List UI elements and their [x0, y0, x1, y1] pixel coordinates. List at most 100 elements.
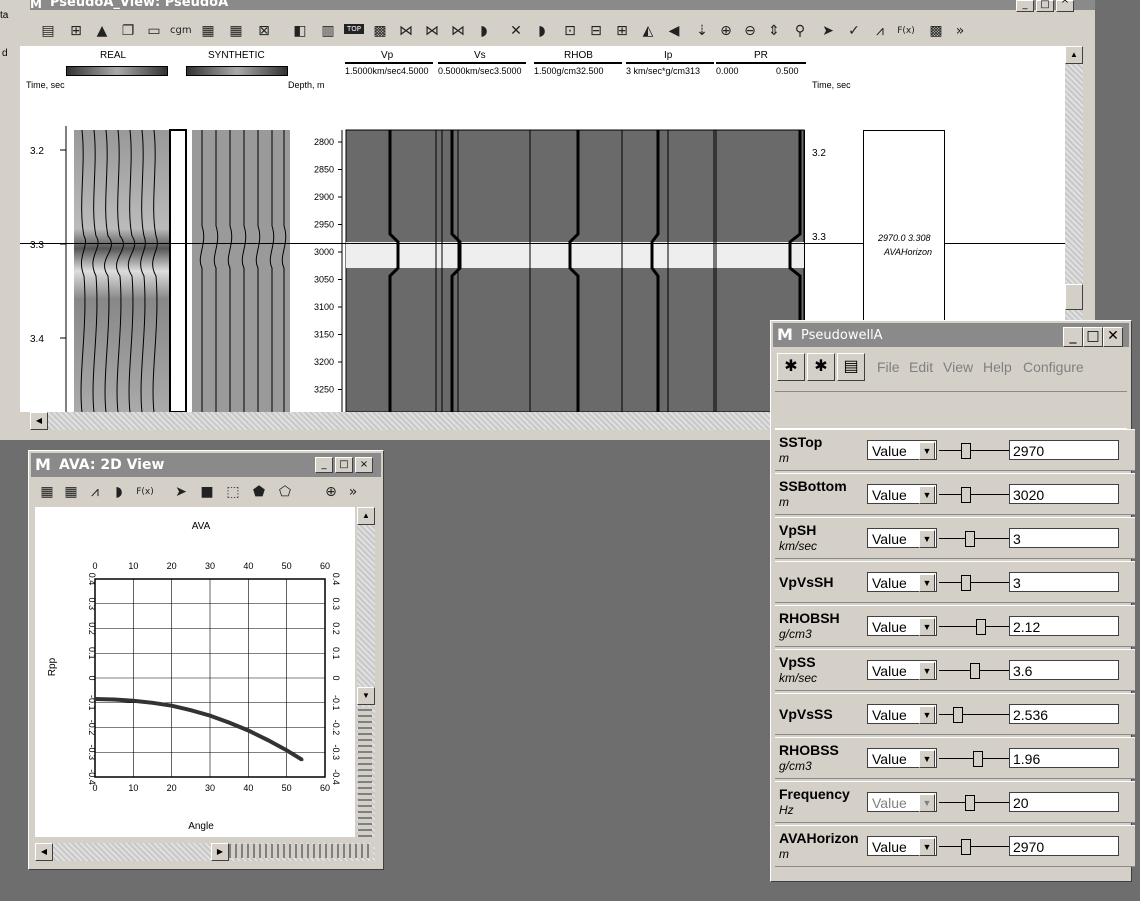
minimize-button[interactable]: _ [1016, 0, 1034, 12]
ava-zoom-icon[interactable]: ⊕ [321, 482, 341, 502]
param-slider[interactable] [939, 839, 1009, 855]
param-slider-thumb[interactable] [961, 839, 971, 855]
tools-icon[interactable]: ✕ [506, 21, 526, 41]
ava-polygon-icon[interactable]: ⬠ [275, 482, 295, 502]
maximize-button[interactable]: □ [1036, 0, 1054, 12]
chart-icon[interactable]: ⊞ [612, 21, 632, 41]
run-all-button[interactable]: ✱ [777, 353, 805, 381]
well-icon[interactable]: ⊞ [66, 21, 86, 41]
param-slider[interactable] [939, 531, 1009, 547]
export-icon[interactable]: ◧ [290, 21, 310, 41]
main-window-titlebar[interactable]: M PseudoA_View: PseudoA [30, 0, 1095, 10]
ava-scroll-thumb[interactable] [358, 707, 372, 837]
ava-square-icon[interactable]: ■ [197, 482, 217, 502]
param-value-field[interactable]: 3.6 [1009, 660, 1119, 680]
wavelet-2-icon[interactable]: ⋈ [422, 21, 442, 41]
arrow-left-icon[interactable]: ◀ [664, 21, 684, 41]
ava-maximize-button[interactable]: □ [335, 457, 353, 473]
pick-icon[interactable]: ✓ [844, 21, 864, 41]
magnify-icon[interactable]: ⚲ [790, 21, 810, 41]
param-slider[interactable] [939, 795, 1009, 811]
param-mode-select[interactable]: Value ▼ [867, 572, 937, 592]
param-value-field[interactable]: 2970 [1009, 440, 1119, 460]
chevron-down-icon[interactable]: ▼ [919, 530, 935, 548]
ava-hscroll-thumb[interactable] [229, 844, 373, 858]
pseudowell-close-button[interactable]: ✕ [1103, 327, 1123, 347]
ava-graph-icon[interactable]: ⩘ [85, 482, 105, 502]
wavelet-3-icon[interactable]: ⋈ [448, 21, 468, 41]
chevron-down-icon[interactable]: ▼ [919, 574, 935, 592]
ava-plot-2-icon[interactable]: ▦ [61, 482, 81, 502]
bucket-icon[interactable]: ◭ [638, 21, 658, 41]
chevron-down-icon[interactable]: ▼ [919, 750, 935, 768]
param-value-field[interactable]: 3 [1009, 528, 1119, 548]
menu-help[interactable]: Help [983, 359, 1012, 375]
param-value-field[interactable]: 2.536 [1009, 704, 1119, 724]
param-slider-thumb[interactable] [965, 795, 975, 811]
param-slider-thumb[interactable] [965, 531, 975, 547]
table-icon[interactable]: ▥ [318, 21, 338, 41]
param-value-field[interactable]: 1.96 [1009, 748, 1119, 768]
ava-select-rect-icon[interactable]: ⬚ [223, 482, 243, 502]
chevron-down-icon[interactable]: ▼ [919, 442, 935, 460]
derrick-icon[interactable]: ▲ [92, 21, 112, 41]
scroll-left-button[interactable]: ◀ [30, 412, 48, 430]
param-slider[interactable] [939, 575, 1009, 591]
fx-button[interactable]: F(x) [896, 21, 916, 41]
menu-view[interactable]: View [943, 359, 973, 375]
chevron-down-icon[interactable]: ▼ [919, 838, 935, 856]
seismic-2-icon[interactable]: ▦ [226, 21, 246, 41]
param-mode-select[interactable]: Value ▼ [867, 616, 937, 636]
param-slider-thumb[interactable] [961, 575, 971, 591]
param-slider-thumb[interactable] [961, 443, 971, 459]
ava-scroll-right-button[interactable]: ▶ [211, 843, 229, 861]
ava-minimize-button[interactable]: _ [315, 457, 333, 473]
param-slider[interactable] [939, 443, 1009, 459]
top-button[interactable]: TOP [344, 24, 364, 34]
param-slider-thumb[interactable] [973, 751, 983, 767]
cgm-button[interactable]: cgm [170, 21, 192, 41]
ava-probe-icon[interactable]: ◗ [109, 482, 129, 502]
menu-configure[interactable]: Configure [1023, 359, 1084, 375]
param-mode-select[interactable]: Value ▼ [867, 704, 937, 724]
layers-2-icon[interactable]: ▩ [926, 21, 946, 41]
param-mode-select[interactable]: Value ▼ [867, 528, 937, 548]
graph-icon[interactable]: ⩘ [870, 21, 890, 41]
sort-icon[interactable]: ⇣ [692, 21, 712, 41]
param-mode-select[interactable]: Value ▼ [867, 748, 937, 768]
seismic-icon[interactable]: ▦ [198, 21, 218, 41]
log-view-button[interactable]: ▤ [837, 353, 865, 381]
pseudowell-maximize-button[interactable]: □ [1083, 327, 1103, 347]
run-button[interactable]: ✱ [807, 353, 835, 381]
param-mode-select[interactable]: Value ▼ [867, 792, 937, 812]
frame-icon[interactable]: ⊡ [560, 21, 580, 41]
ava-scroll-up-button[interactable]: ▲ [357, 507, 375, 525]
pseudowell-minimize-button[interactable]: _ [1063, 327, 1083, 347]
chevron-down-icon[interactable]: ▼ [919, 618, 935, 636]
menu-file[interactable]: File [877, 359, 900, 375]
ava-scroll-left-button[interactable]: ◀ [35, 843, 53, 861]
param-value-field[interactable]: 20 [1009, 792, 1119, 812]
scroll-thumb[interactable] [1065, 284, 1083, 310]
shape-2-icon[interactable]: ◗ [532, 21, 552, 41]
param-mode-select[interactable]: Value ▼ [867, 484, 937, 504]
copy-icon[interactable]: ❐ [118, 21, 138, 41]
shape-icon[interactable]: ◗ [474, 21, 494, 41]
ava-close-button[interactable]: × [355, 457, 373, 473]
param-value-field[interactable]: 2.12 [1009, 616, 1119, 636]
chevron-down-icon[interactable]: ▼ [919, 706, 935, 724]
zoom-out-icon[interactable]: ⊖ [740, 21, 760, 41]
param-slider-thumb[interactable] [976, 619, 986, 635]
param-mode-select[interactable]: Value ▼ [867, 836, 937, 856]
layers-icon[interactable]: ▩ [370, 21, 390, 41]
menu-edit[interactable]: Edit [909, 359, 933, 375]
close-button[interactable]: ^ [1056, 0, 1074, 12]
zoom-in-icon[interactable]: ⊕ [716, 21, 736, 41]
param-mode-select[interactable]: Value ▼ [867, 660, 937, 680]
param-slider-thumb[interactable] [961, 487, 971, 503]
param-slider[interactable] [939, 707, 1009, 723]
ava-horizontal-scrollbar[interactable]: ◀ ▶ [35, 843, 375, 861]
wavelet-icon[interactable]: ⋈ [396, 21, 416, 41]
param-value-field[interactable]: 3020 [1009, 484, 1119, 504]
param-slider-thumb[interactable] [953, 707, 963, 723]
